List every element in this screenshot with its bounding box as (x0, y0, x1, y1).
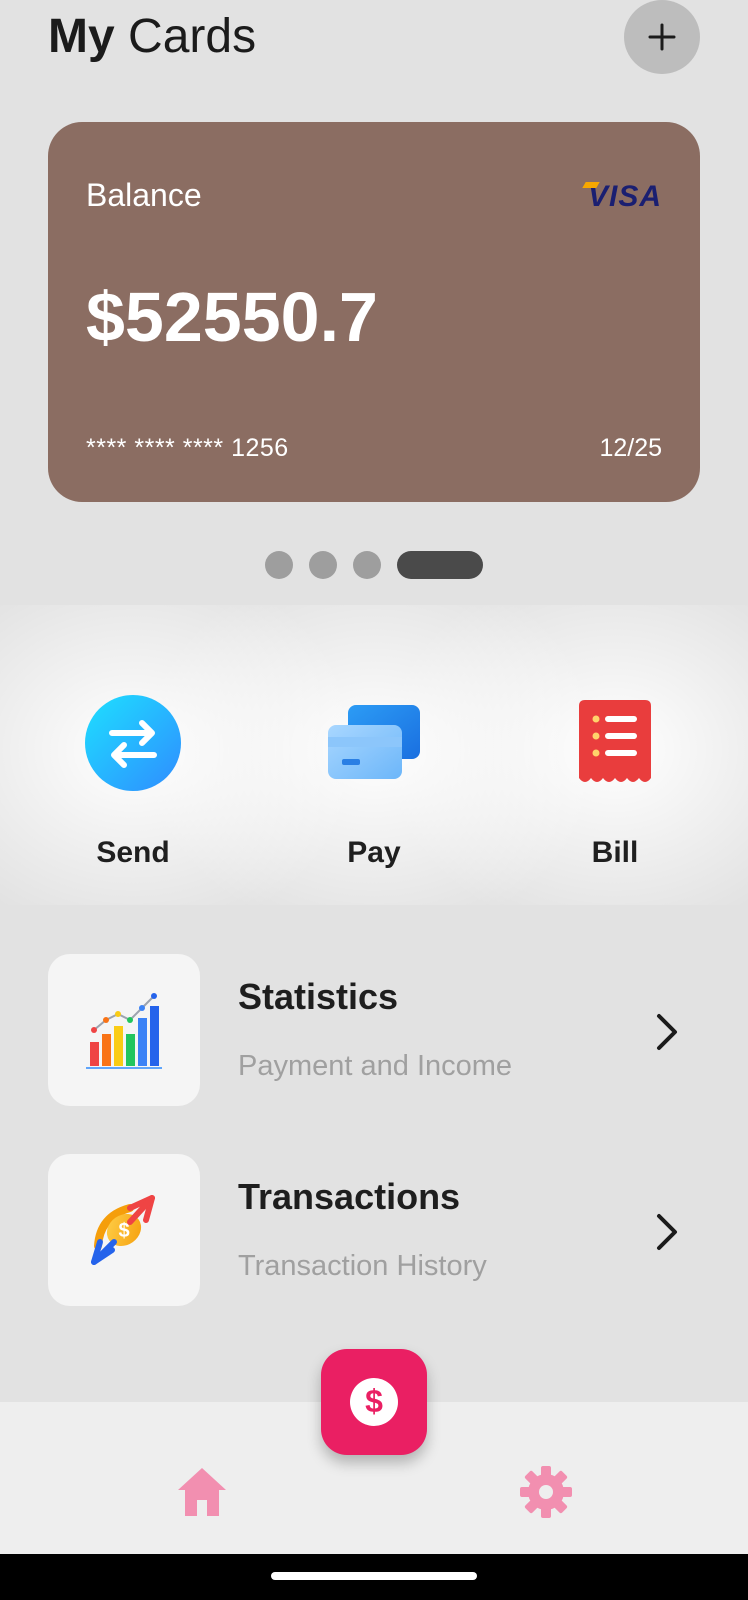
page-title-rest: Cards (128, 10, 257, 63)
plus-icon (648, 23, 676, 51)
send-label: Send (96, 836, 170, 869)
carousel-indicator (265, 551, 483, 579)
chevron-right-icon (657, 1014, 677, 1050)
dollar-icon: $ (350, 1378, 398, 1426)
statistics-menu-item[interactable]: Statistics Payment and Income (48, 954, 700, 1106)
home-icon[interactable] (174, 1464, 230, 1520)
transactions-subtitle: Transaction History (238, 1250, 487, 1282)
add-card-button[interactable] (624, 0, 700, 74)
pay-action-button[interactable]: Pay (274, 690, 474, 870)
credit-card-icon (328, 705, 420, 779)
bill-action-button[interactable]: Bill (515, 690, 715, 870)
card-number: **** **** **** 1256 (86, 434, 289, 462)
chevron-right-icon (657, 1214, 677, 1250)
receipt-icon (579, 700, 651, 782)
carousel-dot[interactable] (353, 551, 381, 579)
money-exchange-icon: $ (91, 1195, 155, 1265)
carousel-dot-active[interactable] (397, 551, 483, 579)
carousel-dot[interactable] (309, 551, 337, 579)
statistics-subtitle: Payment and Income (238, 1050, 513, 1082)
card-expiry: 12/25 (599, 434, 662, 462)
system-navigation-bar (0, 1554, 748, 1600)
pay-label: Pay (347, 836, 401, 869)
transactions-thumbnail: $ (48, 1154, 200, 1306)
home-gesture-handle[interactable] (271, 1572, 477, 1580)
bill-label: Bill (591, 836, 639, 869)
bar-chart-icon (86, 993, 162, 1069)
statistics-thumbnail (48, 954, 200, 1106)
card-balance-label: Balance (86, 177, 202, 213)
statistics-title: Statistics (238, 976, 399, 1017)
payment-fab-button[interactable]: $ (321, 1349, 427, 1455)
balance-card[interactable]: Balance VISA $52550.7 **** **** **** 125… (48, 122, 700, 502)
transfer-icon (85, 695, 181, 791)
transactions-title: Transactions (238, 1176, 461, 1217)
page-title: My Cards (48, 8, 256, 66)
send-action-button[interactable]: Send (33, 690, 233, 870)
transactions-menu-item[interactable]: $ Transactions Transaction History (48, 1154, 700, 1306)
gear-icon[interactable] (518, 1464, 574, 1520)
carousel-dot[interactable] (265, 551, 293, 579)
card-balance-amount: $52550.7 (86, 278, 378, 356)
page-title-bold: My (48, 10, 115, 63)
svg-text:$: $ (365, 1383, 383, 1419)
visa-logo: VISA (587, 180, 662, 213)
